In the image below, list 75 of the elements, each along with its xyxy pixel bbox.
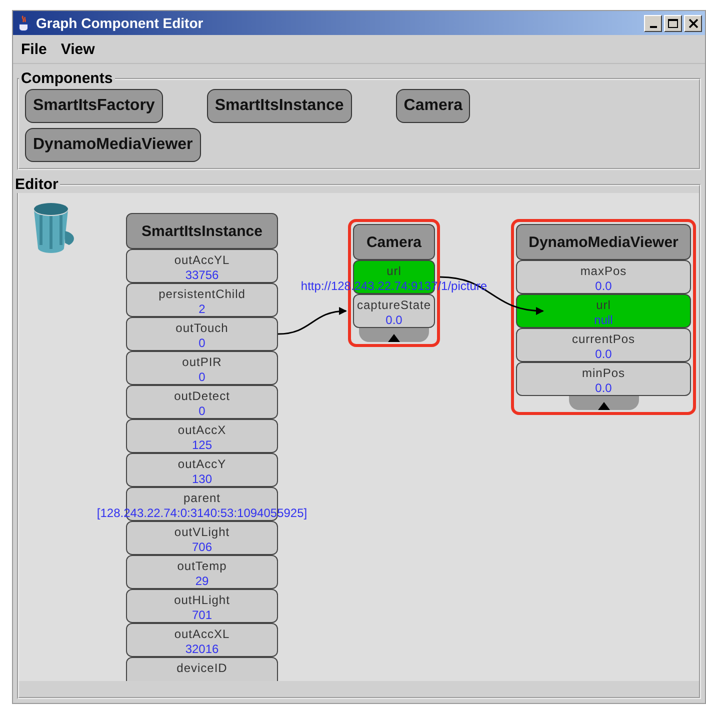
property-name: outTouch — [176, 321, 228, 336]
property-value: 706 — [192, 540, 212, 555]
property-value: 29 — [195, 574, 209, 589]
property-row[interactable] — [126, 521, 278, 555]
property-name: outAccXL — [174, 627, 230, 642]
property-name: currentPos — [572, 332, 636, 347]
component-button[interactable]: SmartItsInstance — [206, 89, 352, 123]
property-row[interactable] — [126, 317, 278, 351]
expand-tab[interactable] — [359, 328, 429, 342]
property-row[interactable] — [126, 453, 278, 487]
java-cup-icon — [16, 14, 32, 32]
triangle-icon — [596, 401, 610, 410]
property-row[interactable] — [126, 283, 278, 317]
property-value: 0.0 — [595, 381, 612, 396]
property-value: 0.0 — [595, 347, 612, 362]
property-value: null — [594, 313, 613, 328]
maximize-button[interactable] — [664, 14, 682, 32]
property-value: 701 — [192, 608, 212, 623]
property-name: outAccX — [178, 423, 226, 438]
property-name: outVLight — [174, 525, 230, 540]
minimize-button[interactable] — [644, 14, 662, 32]
property-row[interactable] — [353, 294, 435, 328]
property-name: minPos — [582, 366, 625, 381]
window-title: Graph Component Editor — [36, 15, 204, 31]
node-title[interactable]: Camera — [353, 224, 435, 260]
property-name: outPIR — [182, 355, 222, 370]
property-name: url — [596, 298, 611, 313]
property-row[interactable] — [126, 589, 278, 623]
property-name: deviceID — [176, 661, 228, 676]
property-value: 130 — [192, 472, 212, 487]
panel-title: Components — [20, 70, 114, 87]
panel-title: Editor — [14, 176, 60, 193]
property-value: 0 — [198, 336, 206, 351]
property-row[interactable] — [126, 249, 278, 283]
maximize-icon — [668, 18, 678, 28]
node-title[interactable]: DynamoMediaViewer — [516, 224, 691, 260]
property-value: 32016 — [185, 642, 219, 657]
component-button[interactable]: Camera — [396, 89, 470, 123]
menu-item[interactable]: View — [60, 40, 95, 58]
property-row[interactable] — [516, 294, 691, 328]
property-row[interactable] — [126, 555, 278, 589]
triangle-icon — [387, 333, 401, 342]
property-name: outDetect — [174, 389, 230, 404]
component-button[interactable]: DynamoMediaViewer — [25, 128, 201, 162]
property-name: outHLight — [174, 593, 230, 608]
node-title[interactable]: SmartItsInstance — [126, 213, 278, 249]
property-value: 0.0 — [595, 279, 612, 294]
property-name: outAccY — [178, 457, 226, 472]
property-row[interactable] — [126, 623, 278, 657]
close-icon — [688, 18, 698, 28]
property-row[interactable] — [516, 260, 691, 294]
property-name: persistentChild — [158, 287, 246, 302]
property-value: 0 — [198, 404, 206, 419]
property-row[interactable] — [126, 419, 278, 453]
property-row[interactable] — [126, 351, 278, 385]
property-name: captureState — [356, 298, 432, 313]
property-value: 0.0 — [386, 313, 402, 328]
component-button[interactable]: SmartItsFactory — [25, 89, 163, 123]
property-value: 125 — [192, 438, 212, 453]
property-row[interactable] — [516, 328, 691, 362]
property-name: url — [386, 264, 402, 279]
property-row[interactable] — [126, 657, 278, 681]
menu-item[interactable]: File — [21, 40, 47, 58]
close-button[interactable] — [684, 14, 702, 32]
expand-tab[interactable] — [568, 396, 638, 410]
property-row[interactable] — [126, 385, 278, 419]
property-value: 2 — [198, 302, 206, 317]
property-name: outTemp — [177, 559, 227, 574]
minimize-icon — [650, 26, 656, 28]
property-name: parent — [183, 491, 221, 506]
property-name: maxPos — [580, 264, 627, 279]
property-row[interactable] — [516, 362, 691, 396]
property-value: 0 — [198, 370, 206, 385]
property-name: outAccYL — [174, 253, 230, 268]
property-value: 33756 — [185, 268, 219, 283]
